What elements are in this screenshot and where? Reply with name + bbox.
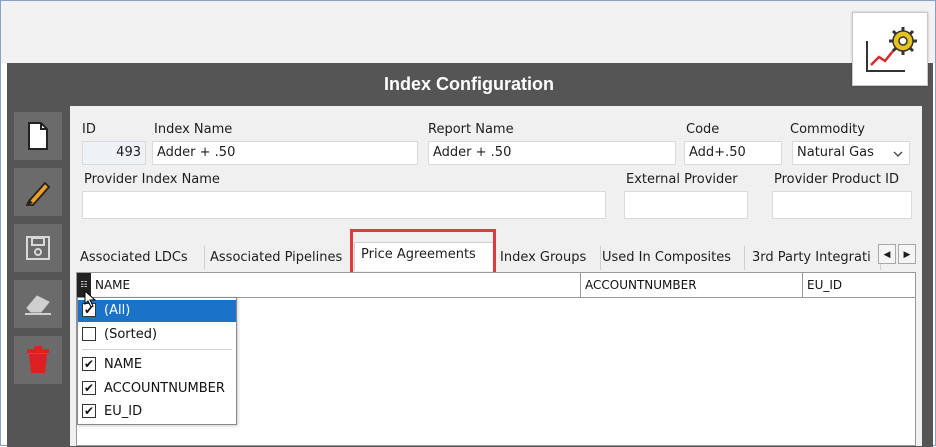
provider-index-name-label: Provider Index Name	[84, 172, 220, 187]
column-filter-dropdown: ✔ (All) (Sorted) ✔ NAME ✔ ACCOUNTNUMBER …	[77, 297, 237, 425]
trash-icon	[27, 346, 49, 373]
chevron-down-icon	[893, 151, 903, 157]
menu-item-accountnumber[interactable]: ✔ ACCOUNTNUMBER	[78, 378, 236, 400]
save-button[interactable]	[14, 224, 62, 272]
save-icon	[26, 236, 50, 260]
pencil-icon	[25, 181, 51, 206]
checkbox-name[interactable]: ✔	[82, 357, 96, 371]
commodity-label: Commodity	[790, 122, 865, 137]
tab-associated-pipelines[interactable]: Associated Pipelines	[204, 246, 357, 270]
external-provider-input[interactable]	[624, 191, 748, 219]
provider-index-name-input[interactable]	[82, 191, 606, 219]
clear-button[interactable]	[14, 280, 62, 328]
report-name-label: Report Name	[428, 122, 514, 137]
menu-item-label: (Sorted)	[104, 327, 158, 342]
menu-item-name[interactable]: ✔ NAME	[78, 354, 236, 376]
tab-3rd-party-integration[interactable]: 3rd Party Integrati	[746, 246, 881, 270]
tab-scroll-left-button[interactable]: ◀	[878, 244, 896, 264]
tab-scroll-right-button[interactable]: ▶	[898, 244, 916, 264]
tab-associated-ldcs[interactable]: Associated LDCs	[74, 246, 205, 270]
column-header-accountnumber[interactable]: ACCOUNTNUMBER	[581, 273, 803, 297]
provider-product-id-input[interactable]	[772, 191, 912, 219]
menu-item-eu-id[interactable]: ✔ EU_ID	[78, 401, 236, 423]
menu-item-all[interactable]: ✔ (All)	[78, 300, 236, 322]
checkbox-accountnumber[interactable]: ✔	[82, 381, 96, 395]
page-title: Index Configuration	[384, 74, 554, 94]
top-band	[1, 1, 935, 63]
menu-divider	[82, 349, 232, 350]
side-toolbar	[14, 112, 62, 392]
commodity-value: Natural Gas	[797, 145, 874, 160]
tab-used-in-composites[interactable]: Used In Composites	[596, 246, 745, 270]
id-label: ID	[82, 122, 96, 137]
menu-item-label: EU_ID	[104, 404, 143, 419]
external-provider-label: External Provider	[626, 172, 738, 187]
delete-button[interactable]	[14, 336, 62, 384]
column-header-name[interactable]: NAME	[91, 273, 581, 297]
eraser-icon	[25, 295, 51, 315]
tab-index-groups[interactable]: Index Groups	[494, 246, 601, 270]
id-field: 493	[82, 141, 146, 165]
report-name-input[interactable]: Adder + .50	[428, 141, 676, 165]
index-name-label: Index Name	[154, 122, 233, 137]
chart-gear-icon	[852, 12, 928, 86]
menu-item-label: ACCOUNTNUMBER	[104, 381, 225, 396]
code-label: Code	[686, 122, 720, 137]
checkbox-sorted[interactable]	[82, 327, 96, 341]
checkbox-eu-id[interactable]: ✔	[82, 404, 96, 418]
document-icon	[28, 122, 48, 150]
new-button[interactable]	[14, 112, 62, 160]
provider-product-id-label: Provider Product ID	[774, 172, 899, 187]
commodity-select[interactable]: Natural Gas	[792, 141, 910, 165]
tab-strip: Associated LDCs Associated Pipelines Pri…	[74, 242, 920, 271]
index-name-input[interactable]: Adder + .50	[152, 141, 418, 165]
code-input[interactable]: Add+.50	[684, 141, 782, 165]
menu-item-sorted[interactable]: (Sorted)	[78, 324, 236, 346]
edit-button[interactable]	[14, 168, 62, 216]
menu-item-label: NAME	[104, 357, 143, 372]
column-header-eu-id[interactable]: EU_ID	[803, 273, 915, 297]
mouse-cursor-icon	[84, 290, 97, 308]
menu-item-label: (All)	[104, 303, 131, 318]
grid-header: ☷ NAME ACCOUNTNUMBER EU_ID	[77, 273, 915, 298]
